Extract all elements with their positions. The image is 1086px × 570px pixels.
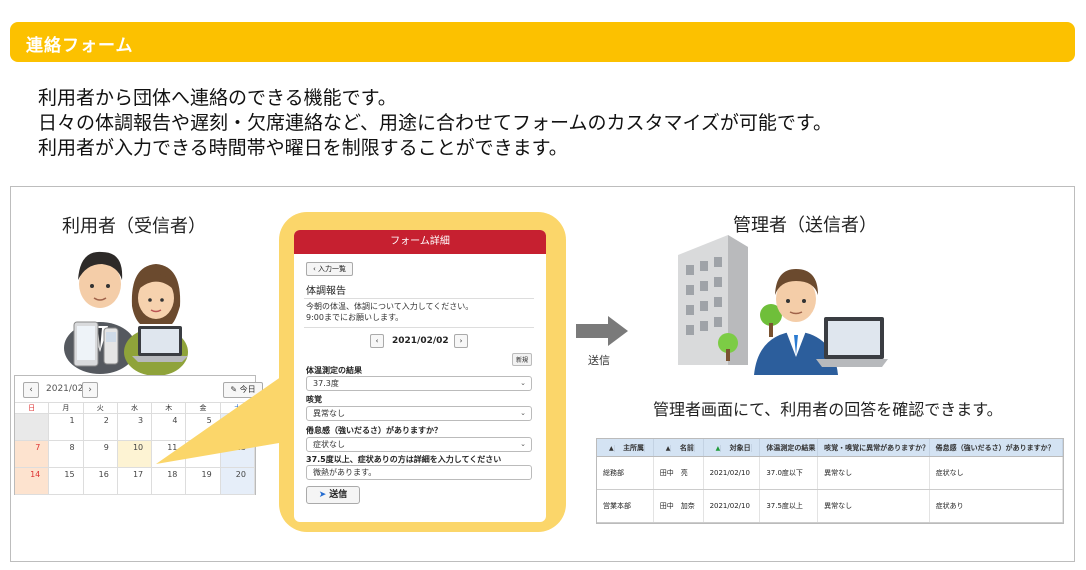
intro-line-1: 利用者から団体へ連絡のできる機能です。 xyxy=(38,87,397,109)
send-icon: ➤ xyxy=(318,490,327,500)
cell-date: 2021/02/10 xyxy=(704,457,761,489)
new-badge: 新規 xyxy=(512,353,533,366)
cell-smell: 異常なし xyxy=(818,490,930,522)
callout-pointer xyxy=(156,374,285,464)
calendar-day[interactable]: 14 xyxy=(15,468,50,494)
table-row[interactable]: 総務部 田中 亮 2021/02/10 37.0度以下 異常なし 症状なし xyxy=(597,457,1063,490)
calendar-day[interactable]: 9 xyxy=(84,441,118,467)
cell-temperature: 37.5度以上 xyxy=(760,490,819,522)
date-prev-button[interactable]: ‹ xyxy=(370,334,384,348)
calendar-day[interactable] xyxy=(15,414,50,440)
back-to-list-button[interactable]: ‹ 入力一覧 xyxy=(306,262,354,276)
question-smell-label: 咳覚 xyxy=(306,395,322,404)
smell-select[interactable]: 異常なし ⌄ xyxy=(306,406,532,421)
weekday-tue: 火 xyxy=(84,403,118,413)
calendar-prev-button[interactable]: ‹ xyxy=(23,382,39,398)
cell-department: 総務部 xyxy=(597,457,654,489)
calendar-day[interactable]: 2 xyxy=(84,414,118,440)
form-date: 2021/02/02 xyxy=(392,336,449,346)
form-description-line-2: 9:00までにお願いします。 xyxy=(306,313,404,322)
sort-up-active-icon: ▲ xyxy=(709,445,722,452)
calendar-month: 2021/02 xyxy=(46,384,84,394)
question-temperature-label: 体温測定の結果 xyxy=(306,366,362,375)
column-header-target-date[interactable]: ▲ 対象日 ▼ xyxy=(704,439,761,456)
column-header-label: 対象日 xyxy=(723,444,752,452)
admin-caption: 管理者画面にて、利用者の回答を確認できます。 xyxy=(653,400,1003,419)
arrow-label: 送信 xyxy=(588,354,610,367)
question-details-label: 37.5度以上、症状ありの方は詳細を入力してください xyxy=(306,455,502,464)
divider xyxy=(304,298,534,299)
users-illustration xyxy=(64,251,188,376)
column-header-name[interactable]: ▲ 名前 ▼ xyxy=(654,439,704,456)
section-header-bar: 連絡フォーム xyxy=(10,22,1075,62)
date-next-button[interactable]: › xyxy=(454,334,468,348)
question-fatigue-label: 倦怠感（強いだるさ）がありますか？ xyxy=(306,426,442,435)
fatigue-value: 症状なし xyxy=(313,440,345,449)
cell-fatigue: 症状なし xyxy=(930,457,1063,489)
form-description-line-1: 今朝の体温、体調について入力してください。 xyxy=(306,302,474,311)
chevron-down-icon: ⌄ xyxy=(520,409,526,417)
column-header-label: 主所属 xyxy=(617,444,646,452)
calendar-day[interactable]: 15 xyxy=(49,468,84,494)
temperature-select[interactable]: 37.3度 ⌄ xyxy=(306,376,532,391)
calendar-next-button[interactable]: › xyxy=(82,382,98,398)
table-row[interactable]: 営業本部 田中 加奈 2021/02/10 37.5度以上 異常なし 症状あり xyxy=(597,490,1063,523)
submit-button[interactable]: ➤ 送信 xyxy=(306,486,360,504)
calendar-day[interactable]: 8 xyxy=(49,441,84,467)
column-header-department[interactable]: ▲ 主所属 ▼ xyxy=(597,439,654,456)
form-description: 今朝の体温、体調について入力してください。 9:00までにお願いします。 xyxy=(306,301,473,323)
cell-department: 営業本部 xyxy=(597,490,654,522)
intro-line-3: 利用者が入力できる時間帯や曜日を制限することができます。 xyxy=(38,137,568,159)
intro-text: 利用者から団体へ連絡のできる機能です。 日々の体調報告や遅刻・欠席連絡など、用途… xyxy=(38,86,832,161)
sort-up-icon: ▲ xyxy=(603,445,615,452)
calendar-week: 14 15 16 17 18 19 20 xyxy=(15,468,255,495)
cell-date: 2021/02/10 xyxy=(704,490,761,522)
column-header-label: 名前 xyxy=(673,444,695,452)
form-header: フォーム詳細 xyxy=(294,230,546,254)
fatigue-select[interactable]: 症状なし ⌄ xyxy=(306,437,532,452)
column-header-temperature[interactable]: 体温測定の結果 xyxy=(760,439,819,456)
smell-value: 異常なし xyxy=(313,409,345,418)
divider xyxy=(304,327,534,328)
form-detail-card: フォーム詳細 ‹ 入力一覧 体調報告 今朝の体温、体調について入力してください。… xyxy=(294,230,546,522)
column-header-fatigue[interactable]: 倦怠感（強いだるさ）がありますか？ xyxy=(930,439,1063,456)
arrow-right-icon xyxy=(576,316,628,346)
weekday-sun: 日 xyxy=(15,403,50,413)
cell-temperature: 37.0度以下 xyxy=(760,457,819,489)
chevron-down-icon: ⌄ xyxy=(520,440,526,448)
temperature-value: 37.3度 xyxy=(313,379,339,388)
calendar-day[interactable]: 1 xyxy=(49,414,84,440)
calendar-day[interactable]: 16 xyxy=(84,468,118,494)
weekday-mon: 月 xyxy=(49,403,84,413)
cell-name: 田中 加奈 xyxy=(654,490,704,522)
cell-smell: 異常なし xyxy=(818,457,930,489)
chevron-down-icon: ⌄ xyxy=(520,379,526,387)
calendar-day[interactable]: 7 xyxy=(15,441,50,467)
sort-up-icon: ▲ xyxy=(659,445,672,452)
cell-name: 田中 亮 xyxy=(654,457,704,489)
form-title: 体調報告 xyxy=(306,286,346,297)
section-title: 連絡フォーム xyxy=(26,36,134,56)
table-header-row: ▲ 主所属 ▼ ▲ 名前 ▼ ▲ 対象日 ▼ 体温測定の結果 咳覚・嗅覚に異常が… xyxy=(597,439,1063,457)
intro-line-2: 日々の体調報告や遅刻・欠席連絡など、用途に合わせてフォームのカスタマイズが可能で… xyxy=(38,112,833,134)
admin-illustration xyxy=(678,235,888,375)
details-input[interactable]: 微熱があります。 xyxy=(306,465,532,480)
column-header-smell[interactable]: 咳覚・嗅覚に異常がありますか？ xyxy=(818,439,930,456)
user-label: 利用者（受信者） xyxy=(62,216,206,237)
submit-label: 送信 xyxy=(329,490,348,500)
cell-fatigue: 症状あり xyxy=(930,490,1063,522)
admin-response-table: ▲ 主所属 ▼ ▲ 名前 ▼ ▲ 対象日 ▼ 体温測定の結果 咳覚・嗅覚に異常が… xyxy=(596,438,1064,524)
